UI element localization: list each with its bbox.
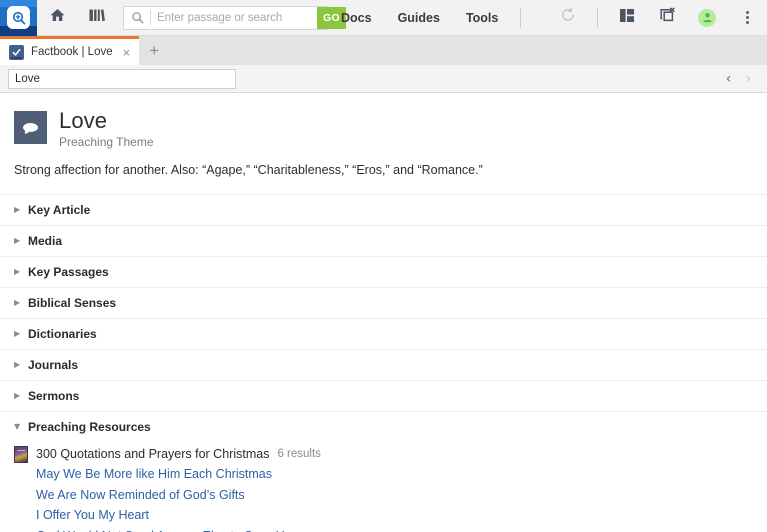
logos-magnifier-icon [7,6,30,29]
section-label: Preaching Resources [28,420,151,434]
speech-bubble-shape [23,123,38,132]
home-button[interactable] [37,0,77,36]
section-label: Key Passages [28,265,109,279]
user-avatar-icon [698,9,716,27]
entry-subtitle: Preaching Theme [59,135,154,149]
book-cover-thumbnail-icon [14,446,28,463]
toolbar-divider-2 [597,8,598,28]
section-media[interactable]: ▶ Media [0,225,767,256]
resource-link[interactable]: We Are Now Reminded of God’s Gifts [36,485,767,506]
entry-description: Strong affection for another. Also: “Aga… [0,149,767,179]
section-biblical-senses[interactable]: ▶ Biblical Senses [0,287,767,318]
section-list: ▶ Key Article ▶ Media ▶ Key Passages ▶ B… [0,194,767,532]
sync-button[interactable] [548,0,588,36]
app-logo[interactable] [0,0,37,36]
layout-button[interactable] [607,0,647,36]
panel-address-bar: ‹ › [0,65,767,93]
section-label: Media [28,234,62,248]
close-all-windows-button[interactable] [647,0,687,36]
chevron-right-icon: ▶ [14,206,28,214]
section-label: Biblical Senses [28,296,116,310]
library-button[interactable] [77,0,117,36]
chevron-right-icon: ▶ [14,361,28,369]
chevron-right-icon: ▶ [14,268,28,276]
kebab-menu-icon [746,11,749,24]
tab-close-button[interactable]: × [120,46,134,59]
chevron-right-icon: ▶ [14,299,28,307]
back-button[interactable]: ‹ [726,72,732,86]
section-dictionaries[interactable]: ▶ Dictionaries [0,318,767,349]
resource-link[interactable]: May We Be More like Him Each Christmas [36,464,767,485]
resource-row[interactable]: 300 Quotations and Prayers for Christmas… [14,442,767,464]
resource-link[interactable]: God Would Not Send Anyone Else to Save Y… [36,526,767,532]
search-bar[interactable]: GO [123,6,328,30]
search-icon [124,11,150,24]
docs-menu[interactable]: Docs [328,0,385,36]
close-all-windows-icon [659,7,676,28]
factbook-icon [9,45,24,60]
section-label: Dictionaries [28,327,97,341]
resource-result-count: 6 results [277,448,320,460]
chevron-down-icon: ▼ [14,423,28,431]
chevron-right-icon: ▶ [14,237,28,245]
section-key-passages[interactable]: ▶ Key Passages [0,256,767,287]
section-journals[interactable]: ▶ Journals [0,349,767,380]
resource-title: 300 Quotations and Prayers for Christmas [36,447,269,461]
section-label: Sermons [28,389,79,403]
home-icon [49,7,66,28]
address-input[interactable] [8,69,236,89]
section-preaching-resources[interactable]: ▼ Preaching Resources [0,411,767,442]
entry-header: Love Preaching Theme [0,93,767,149]
section-label: Key Article [28,203,90,217]
speech-bubble-icon [14,111,47,144]
library-icon [88,7,106,28]
guides-menu[interactable]: Guides [385,0,453,36]
section-key-article[interactable]: ▶ Key Article [0,194,767,225]
tab-strip: Factbook | Love × + [0,36,767,65]
section-label: Journals [28,358,78,372]
preaching-resources-body: 300 Quotations and Prayers for Christmas… [0,442,767,532]
section-sermons[interactable]: ▶ Sermons [0,380,767,411]
chevron-right-icon: ▶ [14,392,28,400]
tools-menu[interactable]: Tools [453,0,511,36]
overflow-menu-button[interactable] [727,0,767,36]
chevron-right-icon: ▶ [14,330,28,338]
factbook-content: Love Preaching Theme Strong affection fo… [0,93,767,532]
forward-button[interactable]: › [745,72,751,86]
page-title: Love [59,108,154,133]
user-account-button[interactable] [687,0,727,36]
toolbar-divider-1 [520,8,521,28]
search-input[interactable] [151,7,317,29]
tab-factbook-love[interactable]: Factbook | Love × [0,36,139,65]
new-tab-button[interactable]: + [139,36,169,65]
layout-grid-icon [619,8,635,28]
tab-label: Factbook | Love [31,46,113,58]
resource-link[interactable]: I Offer You My Heart [36,505,767,526]
top-toolbar: GO Docs Guides Tools [0,0,767,36]
panel-navigation: ‹ › [726,72,759,86]
entry-title-block: Love Preaching Theme [59,108,154,149]
sync-refresh-icon [560,7,576,28]
